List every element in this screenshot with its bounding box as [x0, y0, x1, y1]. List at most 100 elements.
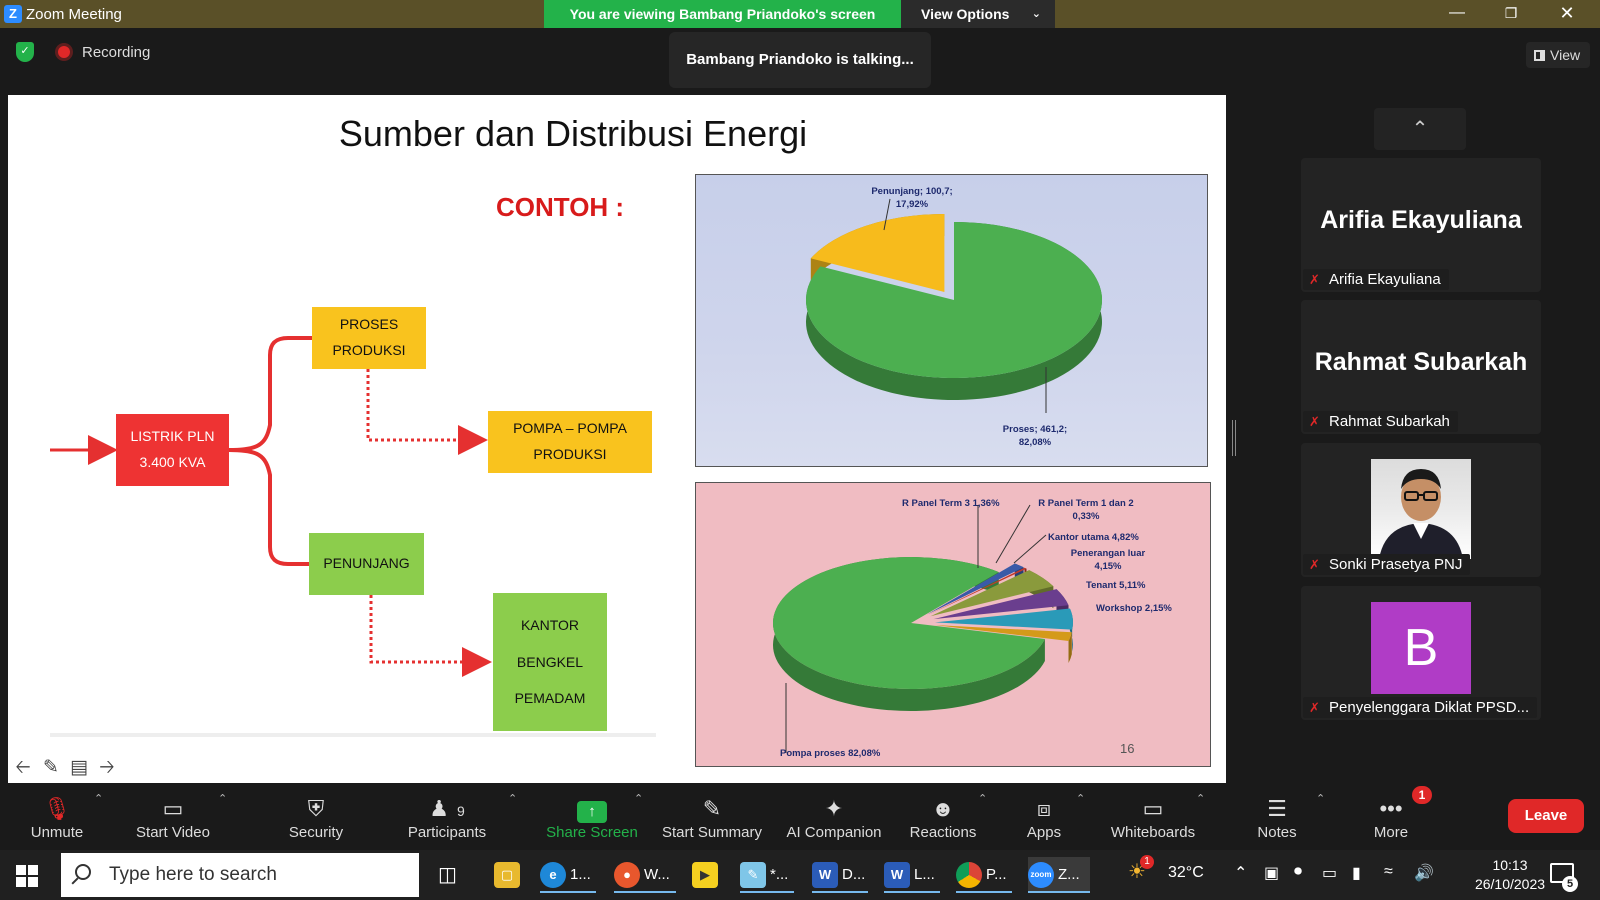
- reactions-button[interactable]: ☻ Reactions ⌃: [908, 786, 988, 850]
- mic-muted-icon: ✗: [1309, 556, 1320, 572]
- taskbar-app[interactable]: W D...: [812, 857, 868, 893]
- recording-label[interactable]: Recording: [82, 44, 150, 61]
- process-line1: PROSES: [339, 316, 399, 333]
- notes-caret-icon[interactable]: ⌃: [1316, 792, 1325, 805]
- taskbar-app-label: 1...: [570, 866, 591, 883]
- microphone-icon[interactable]: ⏺: [1294, 863, 1302, 881]
- pie2-office-leader: [1013, 534, 1047, 564]
- start-summary-button[interactable]: ✎ Start Summary: [660, 786, 764, 850]
- close-icon[interactable]: ✕: [1544, 0, 1590, 28]
- pie-chart-1-svg: [806, 198, 1102, 413]
- task-view-button[interactable]: ◫: [438, 857, 457, 893]
- weather-temp[interactable]: 32°C: [1168, 864, 1204, 882]
- share-screen-button[interactable]: ↑ Share Screen ⌃: [544, 786, 643, 850]
- pumps-line1: POMPA – POMPA: [513, 420, 627, 437]
- taskbar-app[interactable]: ▢: [494, 857, 524, 893]
- gallery-scroll-up-icon[interactable]: ⌃: [1374, 108, 1466, 150]
- slide-menu-icon[interactable]: ▤: [68, 758, 90, 778]
- minimize-icon[interactable]: —: [1434, 0, 1480, 28]
- window-title: Zoom Meeting: [26, 6, 122, 23]
- mic-muted-icon: ✗: [1309, 699, 1320, 715]
- taskbar-app[interactable]: ✎ *...: [740, 857, 794, 893]
- display-icon[interactable]: ▭: [1322, 863, 1337, 883]
- taskbar-app[interactable]: ● W...: [614, 857, 676, 893]
- title-bar: Z Zoom Meeting You are viewing Bambang P…: [0, 0, 1600, 28]
- wifi-icon[interactable]: ≈: [1384, 863, 1393, 881]
- leave-button[interactable]: Leave: [1508, 799, 1584, 833]
- restore-icon[interactable]: ❐: [1488, 0, 1534, 28]
- taskbar-clock[interactable]: 10:13 26/10/2023: [1462, 856, 1558, 894]
- pie1-support-pct: 17,92%: [895, 199, 929, 211]
- pie2-panel12-name: R Panel Term 1 dan 2: [1038, 498, 1134, 509]
- next-slide-icon[interactable]: 🡢: [96, 758, 118, 778]
- reactions-caret-icon[interactable]: ⌃: [978, 792, 987, 805]
- taskbar-app[interactable]: ▶: [692, 857, 722, 893]
- pie2-panel12-pct: 0,33%: [1072, 511, 1100, 523]
- participant-name: Penyelenggara Diklat PPSD...: [1329, 699, 1530, 716]
- pie-chart-2-svg: [773, 504, 1073, 753]
- pie2-lighting-pct: 4,15%: [1094, 561, 1122, 573]
- weather-widget[interactable]: ☀ 1: [1128, 855, 1154, 884]
- participant-tile[interactable]: Arifia Ekayuliana ✗ Arifia Ekayuliana: [1301, 158, 1541, 292]
- meet-now-icon[interactable]: ▣: [1264, 863, 1279, 883]
- taskbar-app-label: *...: [770, 866, 789, 883]
- taskbar-app-label: Z...: [1058, 866, 1080, 883]
- workshop-label: BENGKEL: [516, 653, 584, 670]
- windows-taskbar: Type here to search ◫ ▢ e 1... ● W... ▶ ✎ *…: [0, 850, 1600, 900]
- zoom-logo-icon: Z: [4, 5, 22, 23]
- participants-button[interactable]: ♟ 9 Participants ⌃: [402, 786, 517, 850]
- taskbar-search-input[interactable]: Type here to search: [61, 853, 419, 897]
- apps-button[interactable]: ⧈ Apps ⌃: [1024, 786, 1085, 850]
- pie2-label-lighting: Penerangan luar 4,15%: [1058, 547, 1158, 574]
- taskbar-app[interactable]: zoom Z...: [1028, 857, 1090, 893]
- view-button[interactable]: View: [1526, 42, 1590, 68]
- ai-companion-button[interactable]: ✦ AI Companion: [784, 786, 884, 850]
- participant-name-tag: ✗ Arifia Ekayuliana: [1303, 269, 1449, 290]
- show-hidden-icons[interactable]: ⌃: [1234, 863, 1247, 883]
- taskbar-app[interactable]: W L...: [884, 857, 940, 893]
- view-options-button[interactable]: View Options ⌄: [901, 0, 1055, 28]
- start-video-label: Start Video: [136, 824, 210, 841]
- audio-options-caret-icon[interactable]: ⌃: [94, 792, 103, 805]
- whiteboards-caret-icon[interactable]: ⌃: [1196, 792, 1205, 805]
- taskbar-app[interactable]: P...: [956, 857, 1012, 893]
- firefox-icon: ●: [614, 862, 640, 888]
- support-units-box: KANTOR BENGKEL PEMADAM: [493, 593, 607, 731]
- windows-start-icon[interactable]: [16, 865, 38, 887]
- ai-companion-label: AI Companion: [786, 824, 882, 841]
- participant-display-name: Rahmat Subarkah: [1314, 348, 1528, 376]
- notepad-icon: ✎: [740, 862, 766, 888]
- battery-icon[interactable]: ▮: [1352, 863, 1361, 883]
- more-button[interactable]: ••• More 1: [1368, 786, 1432, 850]
- slide-page-number: 16: [1120, 741, 1135, 756]
- active-speaker-notice: Bambang Priandoko is talking...: [669, 32, 931, 88]
- reactions-icon: ☻: [931, 796, 955, 821]
- security-label: Security: [288, 824, 344, 841]
- participant-tile[interactable]: ✗ Sonki Prasetya PNJ: [1301, 443, 1541, 577]
- process-box: PROSES PRODUKSI: [312, 307, 426, 369]
- start-video-button[interactable]: ▭ Start Video ⌃: [130, 786, 227, 850]
- security-button[interactable]: ⛨ Security: [284, 786, 348, 850]
- pie2-lighting-name: Penerangan luar: [1070, 548, 1146, 559]
- notes-button[interactable]: ☰ Notes ⌃: [1254, 786, 1325, 850]
- pen-icon[interactable]: ✎: [40, 758, 62, 778]
- apps-caret-icon[interactable]: ⌃: [1076, 792, 1085, 805]
- unmute-button[interactable]: 🎙 Unmute ⌃: [22, 786, 103, 850]
- security-shield-icon[interactable]: ✓: [16, 42, 34, 62]
- pie1-process-name: Proses; 461,2;: [1002, 424, 1068, 435]
- participants-caret-icon[interactable]: ⌃: [508, 792, 517, 805]
- panel-resize-handle[interactable]: [1232, 420, 1236, 456]
- share-options-caret-icon[interactable]: ⌃: [634, 792, 643, 805]
- volume-icon[interactable]: 🔊: [1414, 863, 1434, 883]
- participant-tile[interactable]: B ✗ Penyelenggara Diklat PPSD...: [1301, 586, 1541, 720]
- word-icon: W: [812, 862, 838, 888]
- participant-name: Arifia Ekayuliana: [1329, 271, 1441, 288]
- previous-slide-icon[interactable]: 🡠: [12, 758, 34, 778]
- taskbar-app[interactable]: e 1...: [540, 857, 596, 893]
- task-view-icon: ◫: [438, 864, 457, 886]
- whiteboards-button[interactable]: ▭ Whiteboards ⌃: [1108, 786, 1205, 850]
- zoom-icon: zoom: [1028, 862, 1054, 888]
- pie2-label-office: Kantor utama 4,82%: [1048, 532, 1139, 543]
- participant-tile[interactable]: Rahmat Subarkah ✗ Rahmat Subarkah: [1301, 300, 1541, 434]
- video-options-caret-icon[interactable]: ⌃: [218, 792, 227, 805]
